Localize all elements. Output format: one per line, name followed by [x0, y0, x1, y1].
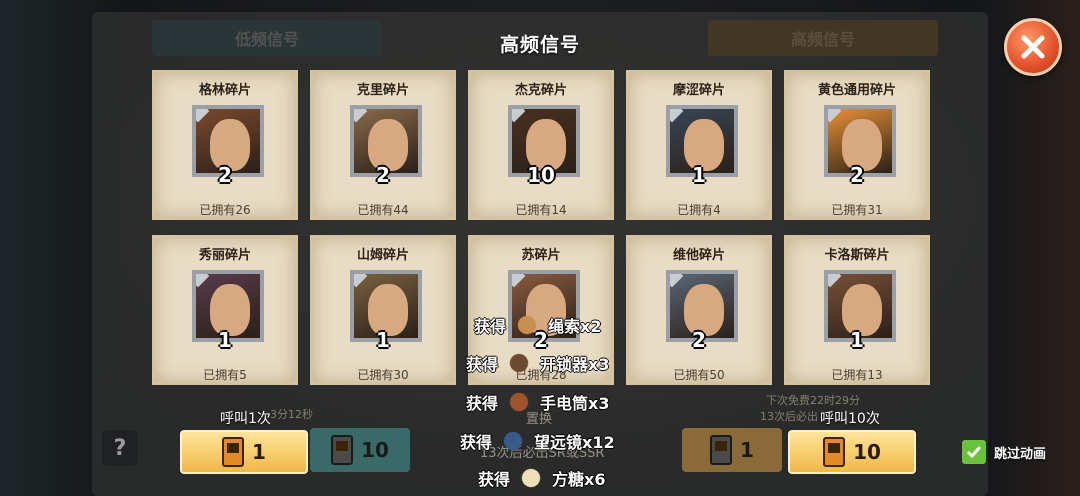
fragment-card[interactable]: 维他碎片 2 已拥有50 — [626, 235, 772, 385]
reward-prefix: 获得 — [474, 317, 507, 336]
binoculars-icon — [498, 429, 529, 453]
fragment-name: 苏碎片 — [521, 248, 561, 263]
fragment-count: 2 — [692, 328, 706, 352]
fragment-name: 摩涩碎片 — [672, 83, 725, 98]
fragment-name: 格林碎片 — [198, 83, 251, 98]
fragment-card[interactable]: 格林碎片 2 已拥有26 — [152, 70, 298, 220]
owned-count: 已拥有44 — [357, 203, 409, 217]
sugar-cube-icon — [516, 466, 547, 490]
reward-item: 开锁器x3 — [540, 355, 610, 374]
reward-item: 望远镜x12 — [534, 433, 615, 452]
bg-cost-button-right: 1 — [682, 428, 782, 472]
reward-item: 手电筒x3 — [540, 394, 610, 413]
pager-icon — [222, 437, 245, 467]
fragment-count: 2 — [850, 163, 864, 187]
skip-animation-label: 跳过动画 — [994, 446, 1047, 462]
call-ten-label: 呼叫10次 — [820, 411, 880, 427]
fragment-card[interactable]: 山姆碎片 1 已拥有30 — [310, 235, 456, 385]
fragment-card[interactable]: 秀丽碎片 1 已拥有5 — [152, 235, 298, 385]
call-once-cost: 1 — [252, 440, 266, 464]
call-once-button[interactable]: 1 — [180, 430, 308, 474]
reward-item: 绳索x2 — [548, 317, 602, 336]
owned-count: 已拥有4 — [677, 203, 721, 217]
reward-line: 获得 手电筒x3 — [466, 390, 609, 414]
rope-icon — [512, 313, 543, 337]
fragment-card[interactable]: 卡洛斯碎片 1 已拥有13 — [784, 235, 930, 385]
bg-cost-value-right: 1 — [740, 438, 754, 462]
skip-animation-toggle[interactable]: 跳过动画 — [962, 440, 1046, 464]
call-ten-button[interactable]: 10 — [788, 430, 916, 474]
fragment-name: 维他碎片 — [672, 248, 725, 263]
call-ten-cost: 10 — [853, 440, 881, 464]
reward-prefix: 获得 — [460, 433, 493, 452]
owned-count: 已拥有30 — [357, 368, 409, 382]
flashlight-icon — [504, 390, 535, 414]
close-icon — [1021, 35, 1045, 59]
reward-item: 方糖x6 — [552, 470, 606, 489]
checkbox-checked-icon[interactable] — [962, 440, 986, 464]
pager-icon — [710, 435, 733, 465]
reward-line: 获得 绳索x2 — [474, 313, 601, 337]
reward-line: 获得 望远镜x12 — [460, 429, 615, 453]
fragment-count: 1 — [850, 328, 864, 352]
reward-prefix: 获得 — [466, 355, 499, 374]
reward-prefix: 获得 — [478, 470, 511, 489]
close-button[interactable] — [1004, 18, 1062, 76]
reward-prefix: 获得 — [466, 394, 499, 413]
fragment-name: 克里碎片 — [356, 83, 409, 98]
fragment-name: 黄色通用碎片 — [817, 83, 896, 98]
fragment-count: 2 — [376, 163, 390, 187]
fragment-count: 1 — [218, 328, 232, 352]
fragment-card[interactable]: 杰克碎片 10 已拥有14 — [468, 70, 614, 220]
owned-count: 已拥有31 — [831, 203, 883, 217]
call-once-label: 呼叫1次 — [220, 411, 271, 427]
owned-count: 已拥有14 — [515, 203, 567, 217]
fragment-count: 2 — [218, 163, 232, 187]
fragment-card[interactable]: 克里碎片 2 已拥有44 — [310, 70, 456, 220]
fragment-name: 杰克碎片 — [514, 83, 567, 98]
bg-cost-button: 10 — [310, 428, 410, 472]
pager-icon — [331, 435, 354, 465]
fragment-card[interactable]: 黄色通用碎片 2 已拥有31 — [784, 70, 930, 220]
dialog-title: 高频信号 — [499, 34, 580, 56]
fragment-count: 10 — [527, 163, 555, 187]
fragment-count: 1 — [692, 163, 706, 187]
fragment-name: 山姆碎片 — [356, 248, 409, 263]
fragment-name: 秀丽碎片 — [198, 248, 251, 263]
fragment-count: 1 — [376, 328, 390, 352]
owned-count: 已拥有50 — [673, 368, 725, 382]
owned-count: 已拥有13 — [831, 368, 883, 382]
lockpick-icon — [504, 351, 535, 375]
pager-icon — [823, 437, 846, 467]
reward-line: 获得 开锁器x3 — [466, 351, 609, 375]
reward-line: 获得 方糖x6 — [478, 466, 605, 490]
fragment-name: 卡洛斯碎片 — [824, 248, 890, 263]
owned-count: 已拥有26 — [199, 203, 251, 217]
fragment-card[interactable]: 摩涩碎片 1 已拥有4 — [626, 70, 772, 220]
owned-count: 已拥有5 — [203, 368, 247, 382]
bg-cost-value: 10 — [361, 438, 389, 462]
